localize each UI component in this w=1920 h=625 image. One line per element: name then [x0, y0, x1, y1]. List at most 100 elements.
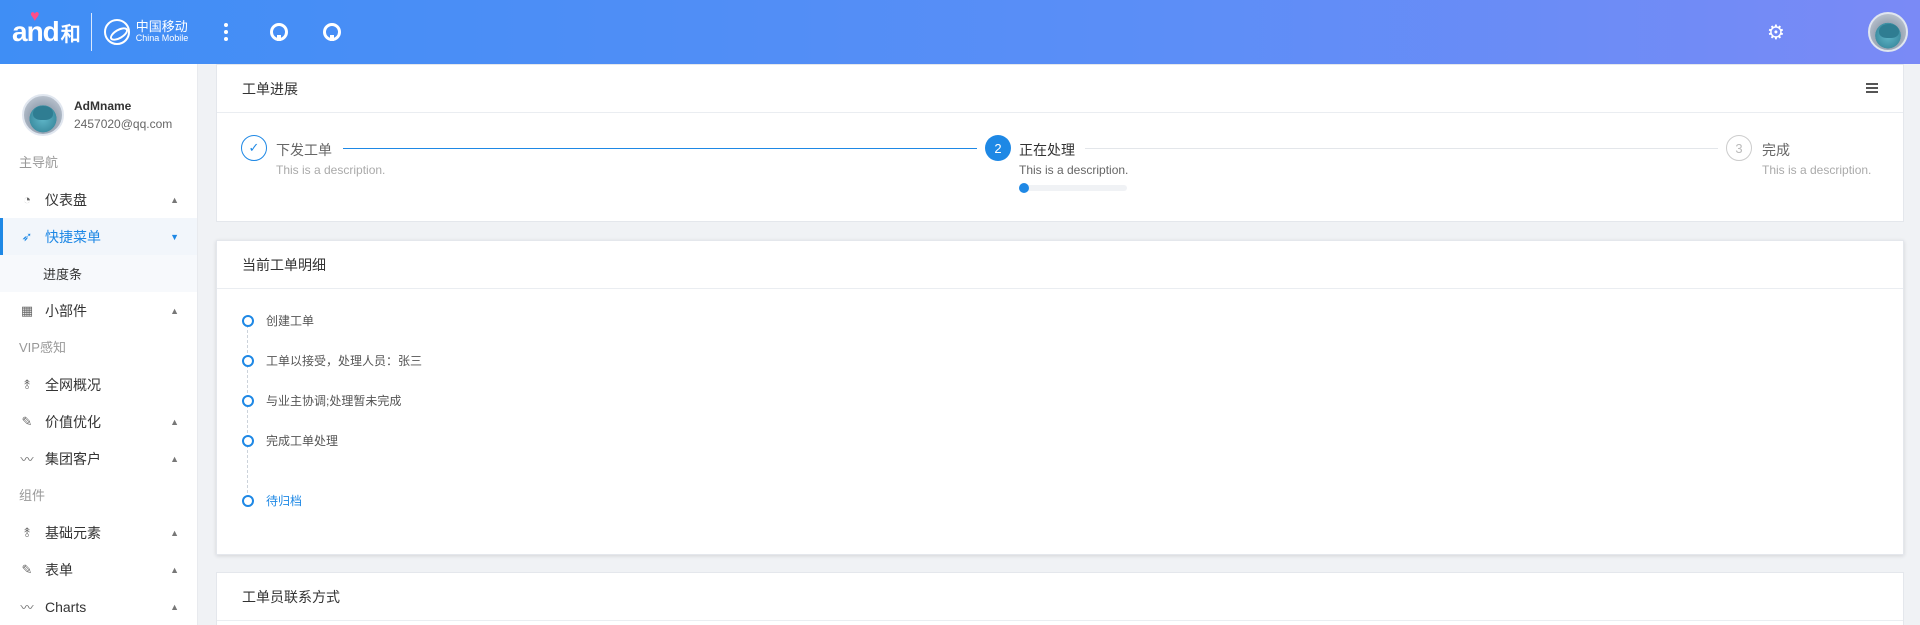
timeline-dot-icon: [242, 434, 254, 447]
chevron-up-icon: ▲: [170, 601, 179, 612]
step-connector: [343, 148, 977, 149]
sidebar-item-charts[interactable]: 〰 Charts ▲: [0, 588, 197, 625]
china-mobile-zh: 中国移动: [135, 18, 188, 34]
chevron-up-icon: ▲: [170, 453, 179, 464]
china-mobile-en: China Mobile: [135, 33, 189, 44]
chevron-down-icon: ▼: [170, 231, 179, 242]
avatar: [22, 94, 64, 136]
nav-group-vip: VIP感知: [19, 340, 66, 355]
nav-group-main: 主导航: [19, 155, 59, 170]
dashboard-icon: ◔: [23, 192, 31, 207]
user-profile[interactable]: AdMname 2457020@qq.com: [0, 64, 197, 144]
heart-icon: ♥: [30, 8, 39, 25]
step-description: This is a description.: [1019, 163, 1129, 177]
edit-icon: ✎: [21, 413, 33, 429]
card-header: 工单进展: [217, 65, 1903, 113]
chevron-up-icon: ▲: [170, 527, 179, 538]
timeline-item: 完成工单处理: [242, 432, 338, 449]
sidebar-item-label: 基础元素: [45, 524, 101, 541]
sidebar-item-group-customers[interactable]: 〰 集团客户 ▲: [0, 440, 197, 477]
timeline-text: 待归档: [266, 494, 303, 508]
timeline: 创建工单 工单以接受，处理人员：张三 与业主协调;处理暂未完成 完成工单处理 待…: [217, 289, 1903, 549]
chevron-up-icon: ▲: [170, 564, 179, 575]
grid-icon: ▦: [20, 302, 34, 318]
card-header: 当前工单明细: [217, 241, 1903, 289]
he-logo-text: 和: [60, 23, 81, 46]
timeline-dot-icon: [242, 314, 254, 327]
step-connector: [1085, 148, 1718, 149]
more-vertical-icon[interactable]: [214, 20, 238, 44]
timeline-dot-icon: [242, 354, 254, 367]
github-icon[interactable]: [320, 20, 344, 44]
sidebar: AdMname 2457020@qq.com 主导航 ◔ 仪表盘 ▲ ➶ 快捷菜…: [0, 64, 198, 625]
timeline-text: 创建工单: [266, 314, 315, 328]
sidebar-item-forms[interactable]: ✎ 表单 ▲: [0, 551, 197, 588]
gear-icon[interactable]: ⚙: [1764, 20, 1788, 44]
contact-card: 工单员联系方式: [216, 572, 1904, 625]
menu-icon[interactable]: [1866, 83, 1878, 93]
top-header: and ♥ 和 中国移动 China Mobile ⚙: [0, 0, 1920, 64]
sidebar-item-label: 仪表盘: [45, 191, 87, 208]
sidebar-item-basic-elements[interactable]: ⥉ 基础元素 ▲: [0, 514, 197, 551]
nav-group-components: 组件: [19, 488, 46, 503]
chevron-up-icon: ▲: [170, 305, 179, 316]
chevron-up-icon: ▲: [170, 194, 179, 205]
edit-icon: ✎: [21, 561, 33, 577]
card-header: 工单员联系方式: [217, 573, 1903, 621]
sidebar-subitem-progress[interactable]: 进度条: [0, 255, 197, 292]
sidebar-item-label: Charts: [45, 598, 87, 615]
card-title: 当前工单明细: [242, 256, 326, 273]
card-title: 工单进展: [242, 80, 298, 97]
sidebar-item-label: 价值优化: [45, 413, 101, 430]
progress-card: 工单进展 ✓ 下发工单 This is a description. 2 正在处…: [216, 64, 1904, 222]
timeline-dot-icon: [242, 394, 254, 407]
timeline-text: 完成工单处理: [266, 434, 339, 448]
timeline-item: 待归档: [242, 492, 302, 509]
sidebar-item-shortcut-menu[interactable]: ➶ 快捷菜单 ▼: [0, 218, 197, 255]
sidebar-item-widgets[interactable]: ▦ 小部件 ▲: [0, 292, 197, 329]
sidebar-item-label: 快捷菜单: [45, 228, 101, 245]
brand-logo[interactable]: and ♥ 和 中国移动 China Mobile: [12, 0, 188, 64]
tower-icon: ⥉: [23, 376, 31, 392]
sidebar-item-label: 集团客户: [45, 450, 101, 467]
step-progress-indicator: [1019, 183, 1029, 193]
user-avatar[interactable]: [1868, 12, 1908, 52]
timeline-item: 与业主协调;处理暂未完成: [242, 392, 401, 409]
timeline-item: 工单以接受，处理人员：张三: [242, 352, 422, 369]
card-title: 工单员联系方式: [242, 588, 340, 605]
step-progress-track: [1019, 183, 1127, 193]
user-name: AdMname: [74, 99, 132, 113]
step-number: 3: [1726, 135, 1752, 161]
timeline-text: 与业主协调;处理暂未完成: [266, 394, 402, 408]
step-description: This is a description.: [1762, 163, 1872, 177]
step-number: 2: [985, 135, 1011, 161]
trend-icon: 〰: [20, 452, 34, 467]
sidebar-item-label: 表单: [45, 561, 73, 578]
logo-divider: [90, 13, 92, 51]
user-info: AdMname 2457020@qq.com: [74, 99, 172, 131]
step-title: 正在处理: [1019, 142, 1075, 158]
sidebar-item-value-optimization[interactable]: ✎ 价值优化 ▲: [0, 403, 197, 440]
timeline-dot-icon: [242, 494, 254, 507]
step-description: This is a description.: [276, 163, 386, 177]
step-title: 下发工单: [276, 142, 332, 158]
sidebar-item-label: 全网概况: [45, 376, 101, 393]
timeline-text: 工单以接受，处理人员：张三: [266, 354, 423, 368]
china-mobile-icon: [103, 19, 130, 45]
github-icon[interactable]: [267, 20, 291, 44]
tower-icon: ⥉: [23, 524, 31, 540]
check-icon: ✓: [241, 135, 267, 161]
step-title: 完成: [1762, 142, 1790, 158]
rocket-icon: ➶: [21, 228, 33, 244]
steps: ✓ 下发工单 This is a description. 2 正在处理 Thi…: [217, 113, 1903, 223]
detail-card: 当前工单明细 创建工单 工单以接受，处理人员：张三 与业主协调;处理暂未完成 完…: [216, 240, 1904, 555]
china-mobile-label: 中国移动 China Mobile: [135, 18, 189, 44]
user-email: 2457020@qq.com: [74, 117, 173, 131]
timeline-item: 创建工单: [242, 312, 314, 329]
timeline-line: [247, 325, 249, 493]
and-logo-text: and ♥: [12, 8, 60, 47]
sidebar-item-network-overview[interactable]: ⥉ 全网概况: [0, 366, 197, 403]
sidebar-item-dashboard[interactable]: ◔ 仪表盘 ▲: [0, 181, 197, 218]
chevron-up-icon: ▲: [170, 416, 179, 427]
trend-icon: 〰: [20, 600, 34, 615]
